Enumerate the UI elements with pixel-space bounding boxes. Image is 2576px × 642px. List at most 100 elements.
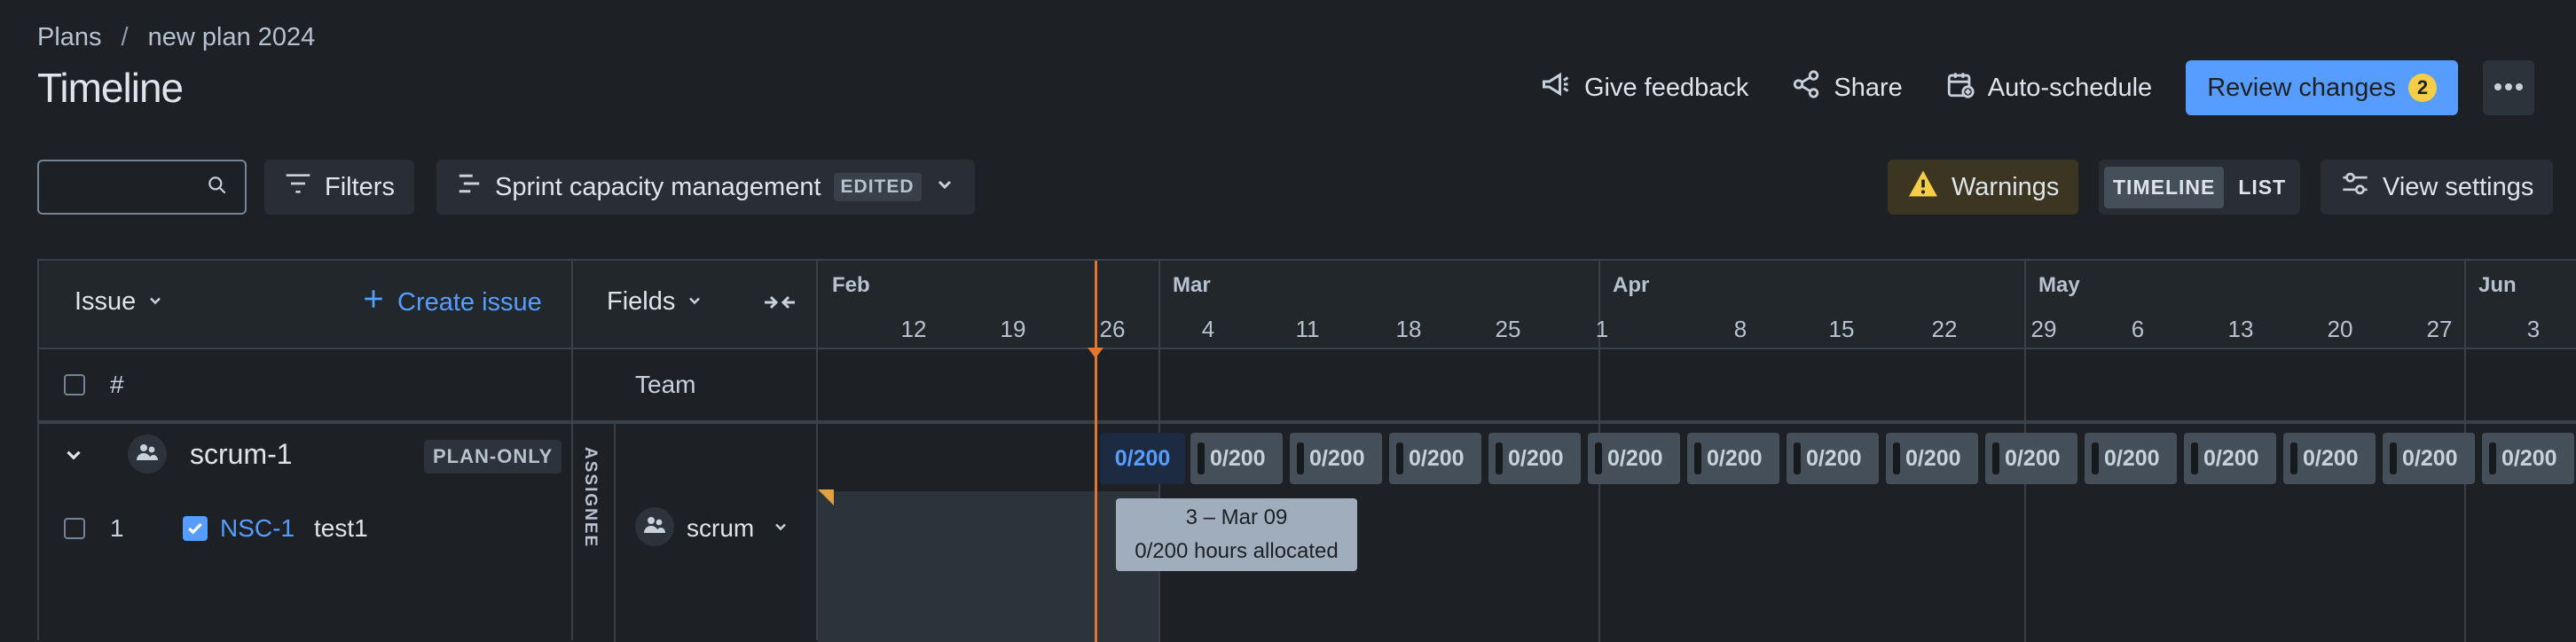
create-issue-button[interactable]: Create issue: [362, 287, 542, 317]
capacity-cell[interactable]: 0/200: [2085, 433, 2177, 484]
week-label: 29: [2030, 316, 2057, 342]
team-value: scrum: [687, 514, 755, 542]
review-changes-button[interactable]: Review changes 2: [2186, 60, 2458, 115]
calendar-add-icon: [1945, 69, 1975, 106]
capacity-cell[interactable]: 0/200: [1389, 433, 1481, 484]
capacity-cell[interactable]: 0/200: [1190, 433, 1283, 484]
capacity-cell[interactable]: 0/200: [2383, 433, 2475, 484]
capacity-label: 0/200: [1508, 445, 1564, 471]
week-label: 27: [2426, 316, 2453, 342]
fields-header-label: Fields: [607, 287, 676, 316]
week-label: 12: [900, 316, 927, 342]
capacity-cell[interactable]: 0/200: [1985, 433, 2077, 484]
capacity-label: 0/200: [2203, 445, 2259, 471]
collapse-fields-button[interactable]: [763, 291, 797, 318]
capacity-tooltip: 3 – Mar 09 0/200 hours allocated: [1116, 498, 1357, 571]
today-marker-head: [1088, 348, 1103, 358]
month-label: Mar: [1173, 273, 1211, 297]
week-label: 1: [1595, 316, 1609, 342]
chevron-down-icon: [686, 287, 703, 317]
people-icon: [643, 515, 666, 539]
week-label: 8: [1733, 316, 1747, 342]
capacity-label: 0/200: [2104, 445, 2160, 471]
list-mode-tab[interactable]: LIST: [2229, 167, 2295, 208]
edited-badge: EDITED: [833, 173, 922, 201]
assignee-vertical-label: ASSIGNEE: [581, 447, 600, 549]
timeline-grid: Issue Create issue Fields # Team scrum-1…: [37, 259, 2576, 642]
more-actions-button[interactable]: [2482, 60, 2534, 115]
month-label: May: [2038, 273, 2080, 297]
timeline-mode-tab[interactable]: TIMELINE: [2104, 166, 2225, 208]
megaphone-icon: [1540, 68, 1572, 107]
filters-label: Filters: [325, 172, 395, 201]
week-label: 13: [2227, 316, 2254, 342]
share-button[interactable]: Share: [1782, 60, 1911, 115]
give-feedback-button[interactable]: Give feedback: [1531, 60, 1757, 115]
breadcrumb: Plans / new plan 2024: [37, 23, 315, 52]
team-avatar: [128, 435, 167, 474]
fields-column-menu[interactable]: Fields: [607, 287, 703, 317]
capacity-cell[interactable]: 0/200: [2482, 433, 2574, 484]
auto-schedule-button[interactable]: Auto-schedule: [1936, 60, 2161, 115]
capacity-cell[interactable]: 0/200: [2184, 433, 2276, 484]
settings-sliders-icon: [2340, 170, 2370, 204]
collapse-group-button[interactable]: [62, 443, 85, 471]
group-name: scrum-1: [190, 438, 293, 470]
select-all-checkbox[interactable]: [64, 374, 85, 395]
breadcrumb-plan-link[interactable]: new plan 2024: [148, 23, 316, 52]
chevron-down-icon: [772, 518, 789, 540]
team-select[interactable]: scrum: [687, 514, 795, 543]
week-label: 20: [2327, 316, 2353, 342]
week-label: 25: [1495, 316, 1521, 342]
filters-button[interactable]: Filters: [264, 160, 414, 215]
capacity-cell[interactable]: 0/200: [1488, 433, 1581, 484]
filter-icon: [284, 171, 312, 203]
auto-schedule-label: Auto-schedule: [1987, 73, 2153, 102]
issue-header-label: Issue: [75, 287, 137, 316]
issue-row-checkbox[interactable]: [64, 518, 85, 539]
issue-key-link[interactable]: NSC-1: [220, 514, 295, 543]
give-feedback-label: Give feedback: [1584, 73, 1749, 102]
timeline-area: Feb Mar Apr May Jun 12 19 26 4 11 18 25 …: [818, 261, 2576, 642]
capacity-label: 0/200: [2402, 445, 2458, 471]
team-column-header: Team: [635, 371, 696, 398]
week-label: 19: [1000, 316, 1026, 342]
capacity-cell-current[interactable]: 0/200: [1100, 433, 1185, 484]
capacity-cell[interactable]: 0/200: [1687, 433, 1779, 484]
week-label: 3: [2526, 316, 2541, 342]
search-input[interactable]: [37, 160, 247, 215]
view-name-label: Sprint capacity management: [495, 172, 821, 201]
chevron-down-icon: [146, 287, 164, 317]
week-label: 6: [2131, 316, 2145, 342]
view-selector-button[interactable]: Sprint capacity management EDITED: [436, 160, 975, 215]
month-label: Feb: [832, 273, 870, 297]
capacity-label: 0/200: [1114, 445, 1171, 471]
breadcrumb-plans-link[interactable]: Plans: [37, 23, 102, 52]
search-icon: [206, 174, 229, 201]
issue-column-menu[interactable]: Issue: [75, 287, 164, 317]
share-label: Share: [1834, 73, 1903, 102]
warnings-label: Warnings: [1952, 172, 2060, 201]
week-label: 15: [1828, 316, 1855, 342]
issue-summary[interactable]: test1: [314, 514, 368, 543]
capacity-cell[interactable]: 0/200: [1588, 433, 1680, 484]
people-icon: [136, 442, 159, 466]
capacity-cell[interactable]: 0/200: [1886, 433, 1978, 484]
issue-row-number: 1: [110, 514, 124, 542]
capacity-label: 0/200: [1707, 445, 1763, 471]
tooltip-dates: 3 – Mar 09: [1185, 505, 1288, 529]
warning-icon: [1907, 169, 1939, 205]
team-avatar: [635, 507, 674, 546]
capacity-cell[interactable]: 0/200: [1787, 433, 1879, 484]
capacity-cell[interactable]: 0/200: [2283, 433, 2376, 484]
warnings-button[interactable]: Warnings: [1888, 160, 2079, 215]
view-settings-button[interactable]: View settings: [2321, 160, 2554, 215]
task-type-icon: [183, 516, 208, 541]
chevron-down-icon: [934, 173, 955, 202]
week-label: 18: [1395, 316, 1422, 342]
capacity-label: 0/200: [1309, 445, 1365, 471]
capacity-cell[interactable]: 0/200: [1290, 433, 1382, 484]
collapse-arrows-icon: [763, 295, 797, 317]
review-changes-label: Review changes: [2207, 73, 2396, 102]
breadcrumb-separator: /: [121, 23, 129, 51]
